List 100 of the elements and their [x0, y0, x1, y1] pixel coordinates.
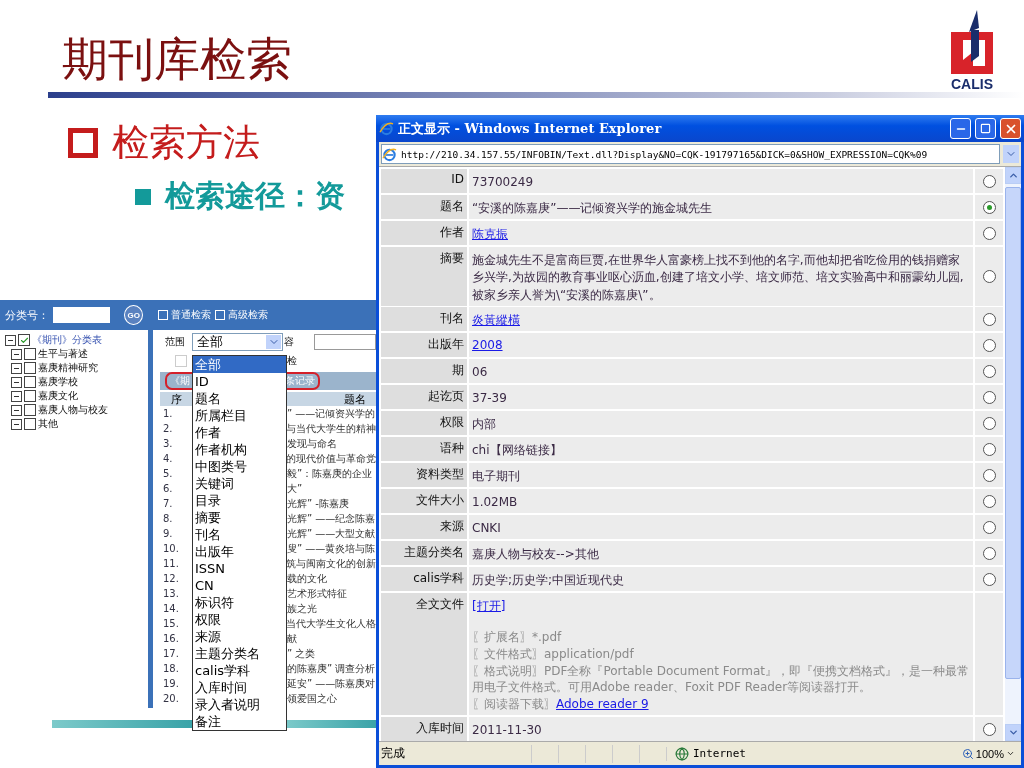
- radio-button[interactable]: [982, 270, 996, 284]
- file-note: 〖扩展名〗*.pdf: [472, 629, 563, 646]
- window-title: 正文显示 - Windows Internet Explorer: [398, 119, 663, 138]
- radio-button[interactable]: [982, 494, 996, 508]
- radio-button[interactable]: [982, 390, 996, 404]
- tree-item[interactable]: 《期刊》分类表: [32, 333, 102, 347]
- scroll-up-button[interactable]: [1005, 167, 1021, 184]
- tree-item[interactable]: 嘉庚文化: [38, 389, 78, 403]
- field-label: 摘要: [381, 247, 467, 307]
- radio-button[interactable]: [982, 338, 996, 352]
- input-field[interactable]: [314, 334, 376, 350]
- row-number: 11.: [163, 558, 180, 569]
- field-value: 内部: [472, 416, 497, 433]
- checkbox[interactable]: [24, 390, 36, 402]
- result-title[interactable]: 艺术形式特征: [287, 586, 347, 601]
- checkbox[interactable]: [24, 404, 36, 416]
- expander-icon[interactable]: [11, 404, 22, 416]
- radio-button[interactable]: [982, 312, 996, 326]
- result-title[interactable]: 大”: [287, 481, 303, 496]
- row-number: 6.: [163, 483, 174, 494]
- radio-button[interactable]: [982, 572, 996, 586]
- expander-icon[interactable]: [11, 348, 22, 360]
- radio-button[interactable]: [982, 364, 996, 378]
- tree-item[interactable]: 嘉庚人物与校友: [38, 403, 108, 417]
- result-title[interactable]: 光辉” -陈嘉庚: [287, 496, 349, 511]
- zoom-button[interactable]: 100%: [955, 747, 1021, 760]
- field-value: 施金城先生不是富商巨贾,在世界华人富豪榜上找不到他的名字,而他却把省吃俭用的钱捐赠家乡兴学,为故园的教育事业呕心沥血,创建了培文小学、培文师范、培文实验高中和丽霥幼儿园,被家乡亲人誉为\“安溪的陈嘉庚\”。: [472, 252, 965, 304]
- field-value: 06: [472, 364, 489, 381]
- result-title[interactable]: 发现与命名: [287, 436, 337, 451]
- checkbox[interactable]: [24, 376, 36, 388]
- tree-item[interactable]: 嘉庚精神研究: [38, 361, 98, 375]
- checkbox[interactable]: [24, 362, 36, 374]
- checkbox[interactable]: [18, 334, 30, 346]
- browser-icon: [382, 146, 397, 162]
- expander-icon[interactable]: [11, 362, 22, 374]
- result-title[interactable]: 延安” ——陈嘉庚对: [287, 676, 376, 691]
- bullet-icon: [68, 128, 98, 158]
- result-title[interactable]: 与当代大学生的精神: [286, 421, 376, 436]
- field-value: “安溪的陈嘉庚”——记倾资兴学的施金城先生: [472, 200, 714, 217]
- row-number: 1.: [163, 408, 174, 419]
- go-button[interactable]: GO: [124, 305, 143, 325]
- minimize-button[interactable]: [950, 118, 971, 139]
- expander-icon[interactable]: [5, 334, 16, 346]
- row-number: 8.: [163, 513, 174, 524]
- radio-button[interactable]: [982, 546, 996, 560]
- radio-button[interactable]: [982, 722, 996, 736]
- tree-item[interactable]: 其他: [38, 417, 58, 431]
- scroll-down-button[interactable]: [1005, 724, 1021, 741]
- expander-icon[interactable]: [11, 376, 22, 388]
- field-link[interactable]: 陈克振: [472, 226, 508, 243]
- address-field[interactable]: http://210.34.157.55/INFOBIN/Text.dll?Display&NO=CQK-191797165&DICK=0&SHOW_EXPRESSION=CQK%09: [381, 144, 1000, 164]
- input-field[interactable]: [53, 307, 111, 323]
- row-number: 20.: [163, 693, 180, 704]
- radio-button[interactable]: [982, 416, 996, 430]
- logo-icon: [949, 10, 995, 76]
- radio-button[interactable]: [982, 442, 996, 456]
- checkbox[interactable]: [24, 348, 36, 360]
- field-link[interactable]: 炎黃縱橫: [472, 312, 520, 329]
- radio-button[interactable]: [982, 468, 996, 482]
- expander-icon[interactable]: [11, 390, 22, 402]
- search-tab[interactable]: 普通检索: [158, 308, 211, 322]
- field-label: 刊名: [381, 307, 467, 331]
- tree-item[interactable]: 生平与著述: [38, 347, 88, 361]
- result-title[interactable]: 的现代价值与革命党: [286, 451, 376, 466]
- bullet-text: 检索途径：资: [165, 177, 345, 215]
- radio-button[interactable]: [982, 520, 996, 534]
- result-title[interactable]: 载的文化: [287, 571, 327, 586]
- field-value: chi【网络链接】: [472, 442, 563, 459]
- result-title[interactable]: 叟” ——黄炎培与陈: [287, 541, 376, 556]
- result-title[interactable]: 光辉” ——纪念陈嘉: [287, 511, 376, 526]
- scope-select[interactable]: 全部: [192, 333, 283, 351]
- result-title[interactable]: ” 之类: [287, 646, 316, 661]
- field-label: 来源: [381, 515, 467, 540]
- result-title[interactable]: 的陈嘉庚” 调查分析: [287, 661, 376, 676]
- maximize-button[interactable]: [975, 118, 996, 139]
- result-text: 《期: [170, 374, 190, 388]
- field-link[interactable]: 2008: [472, 338, 503, 352]
- result-title[interactable]: 领爱国之心: [287, 691, 337, 706]
- maximize-icon: [980, 123, 991, 134]
- download-link[interactable]: Adobe reader 9: [556, 697, 649, 712]
- bullet-icon: [135, 188, 151, 205]
- tree-item[interactable]: 嘉庚学校: [38, 375, 78, 389]
- close-button[interactable]: [1000, 118, 1021, 139]
- result-title[interactable]: ” ——记倾资兴学的: [287, 406, 376, 421]
- result-title[interactable]: 筑与闽南文化的创新: [286, 556, 376, 571]
- result-title[interactable]: 族之光: [287, 601, 317, 616]
- result-title[interactable]: 毅”：陈嘉庚的企业: [287, 466, 373, 481]
- bullet-text: 检索方法: [112, 120, 260, 166]
- result-title[interactable]: 当代大学生文化人格: [286, 616, 376, 631]
- dropdown-option[interactable]: 全部: [193, 356, 286, 373]
- search-tab[interactable]: 高级检索: [215, 308, 268, 322]
- expander-icon[interactable]: [11, 418, 22, 430]
- open-link[interactable]: [打开]: [472, 598, 506, 615]
- radio-button[interactable]: [982, 226, 996, 240]
- result-title[interactable]: 献: [287, 631, 297, 646]
- result-title[interactable]: 光辉” ——大型文献: [287, 526, 376, 541]
- radio-button[interactable]: [982, 174, 996, 188]
- checkbox[interactable]: [24, 418, 36, 430]
- radio-button[interactable]: [982, 200, 996, 214]
- caret-icon: [1006, 749, 1015, 758]
